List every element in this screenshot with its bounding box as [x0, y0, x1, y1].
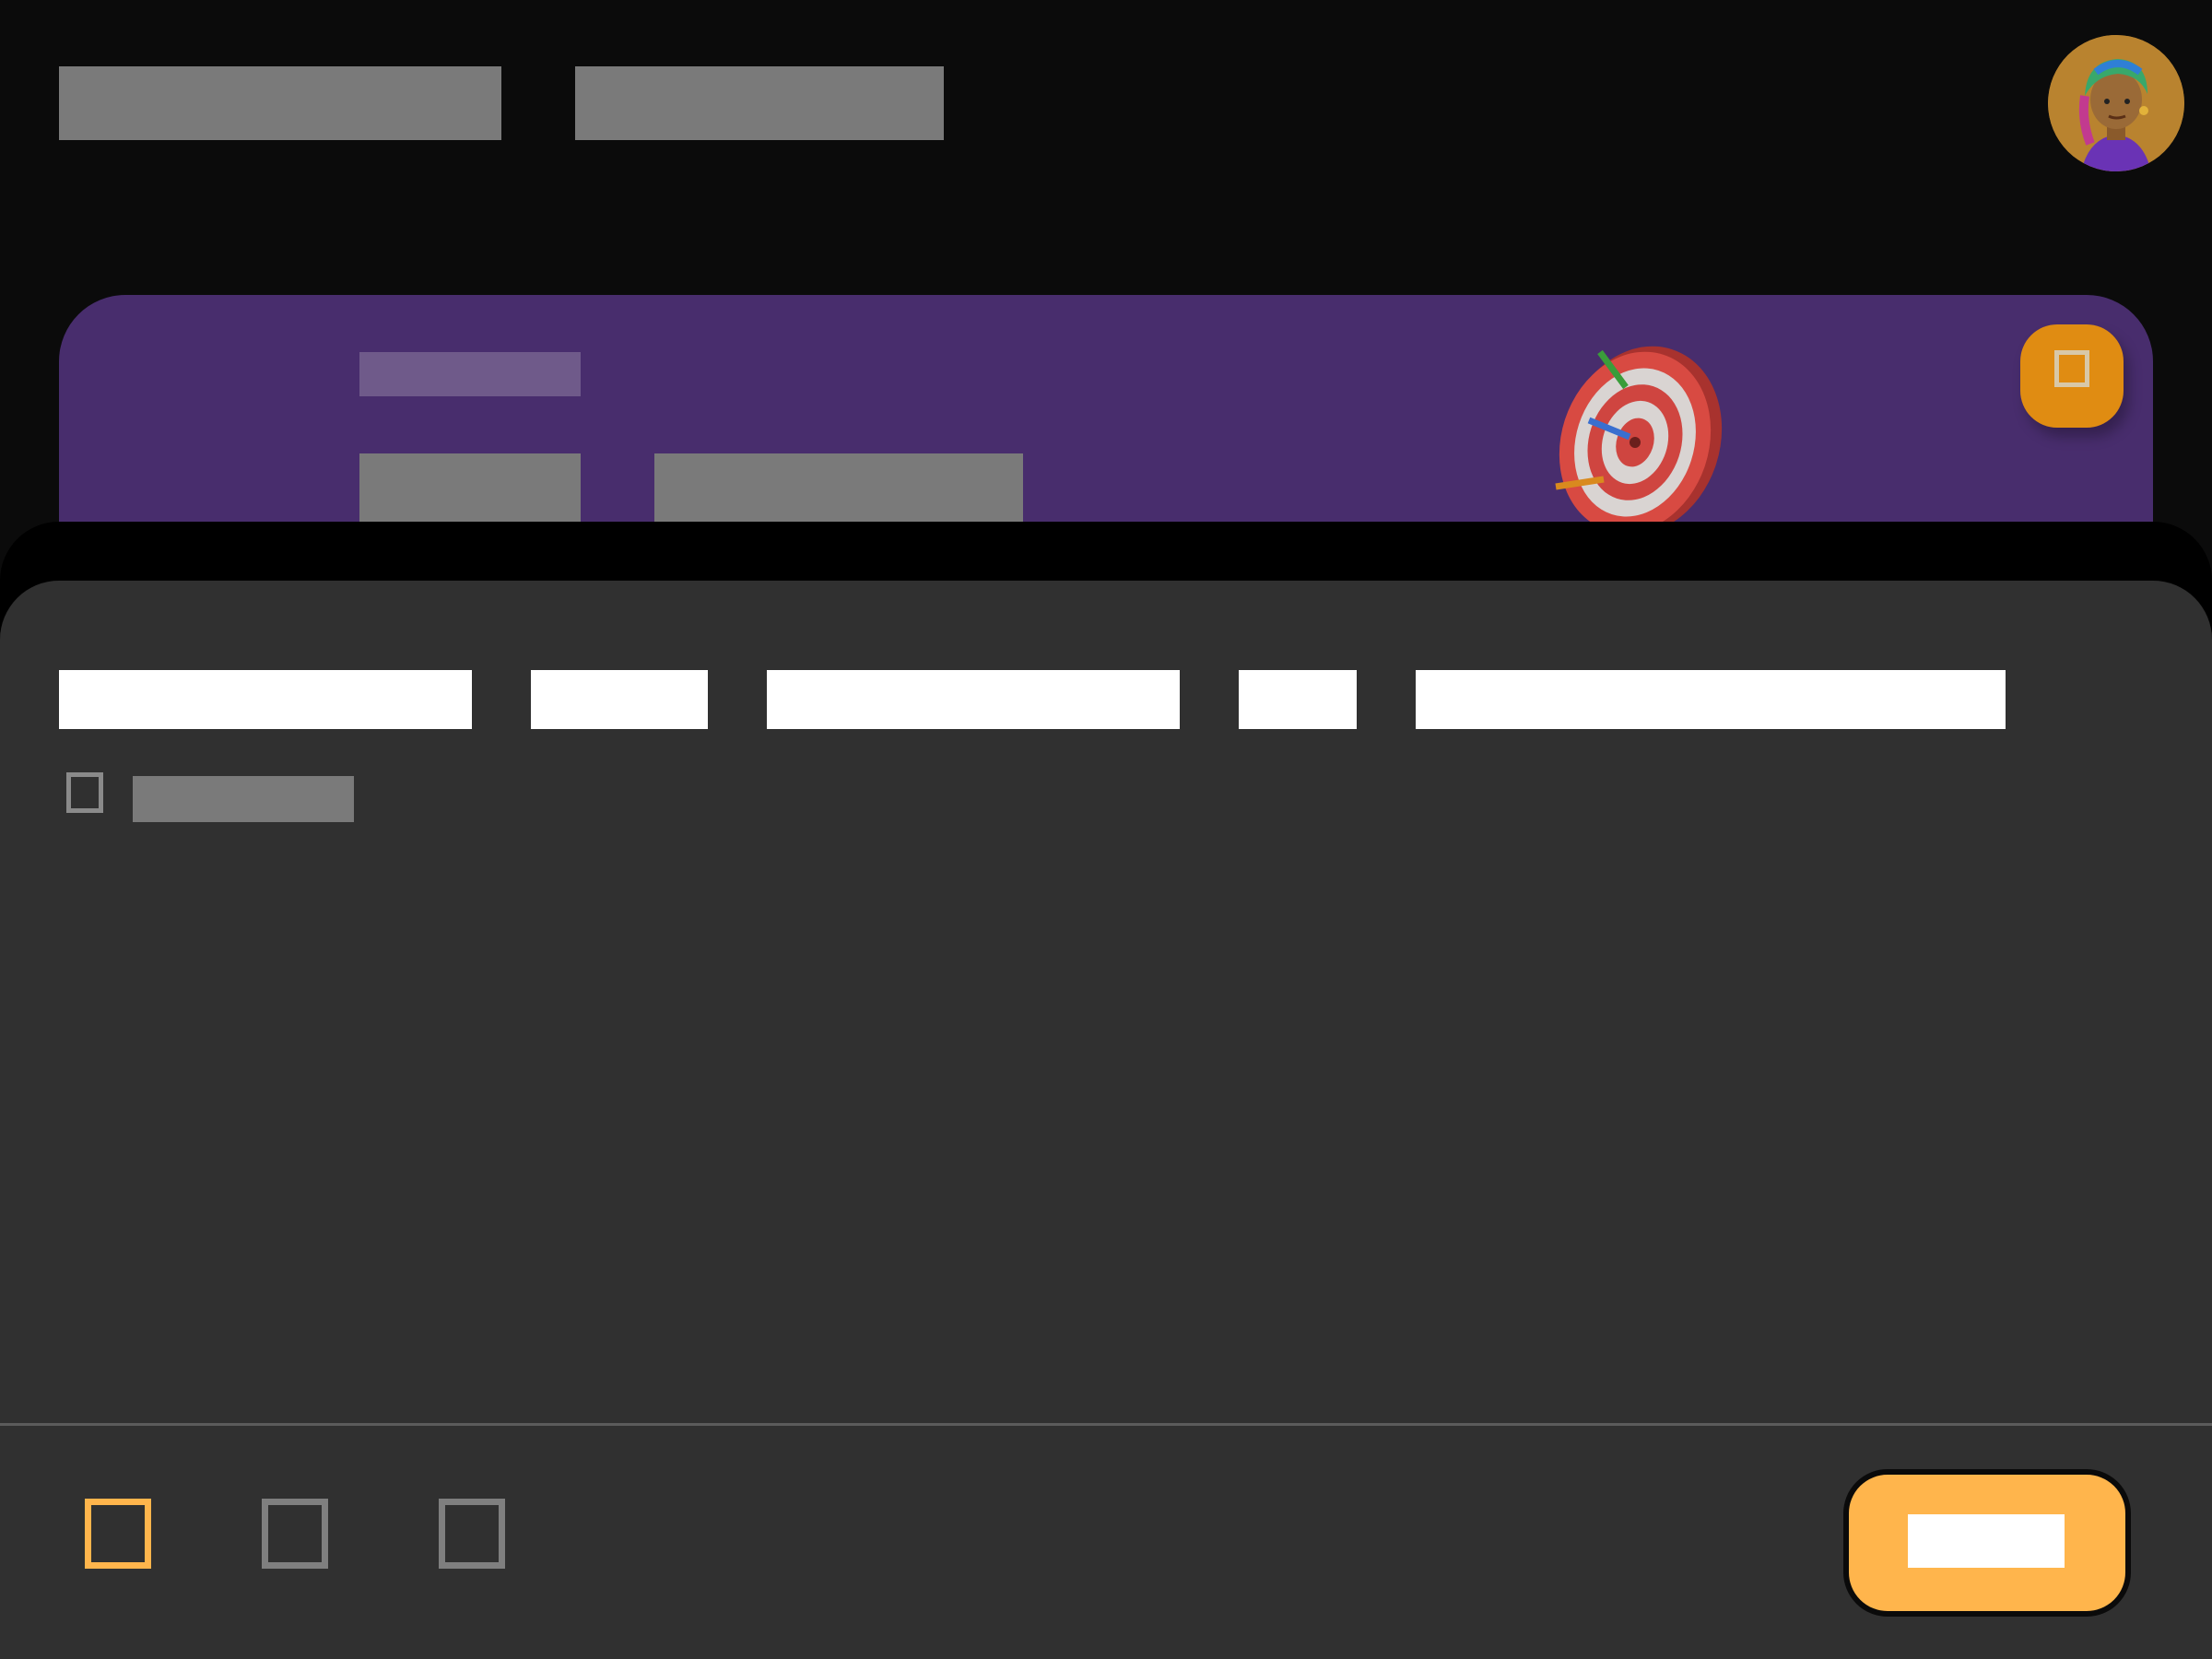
primary-action-label — [1908, 1514, 2065, 1568]
user-avatar[interactable] — [2048, 35, 2184, 171]
nav-item-2-square-icon[interactable] — [262, 1499, 328, 1569]
header-title-secondary — [575, 66, 944, 140]
filter-checkbox[interactable] — [66, 772, 103, 813]
tab-1[interactable] — [59, 670, 472, 729]
tab-4[interactable] — [1239, 670, 1357, 729]
hero-line-right — [654, 453, 1023, 527]
hero-label — [359, 352, 581, 396]
bottom-divider — [0, 1423, 2212, 1426]
filter-checkbox-label — [133, 776, 354, 822]
square-icon — [2054, 350, 2089, 387]
hero-action-button[interactable] — [2020, 324, 2124, 428]
nav-item-1-square-icon[interactable] — [85, 1499, 151, 1569]
nav-item-3-square-icon[interactable] — [439, 1499, 505, 1569]
avatar-icon — [2048, 35, 2184, 171]
header-title-primary — [59, 66, 501, 140]
tab-5[interactable] — [1416, 670, 2006, 729]
hero-line-left — [359, 453, 581, 527]
tab-2[interactable] — [531, 670, 708, 729]
tab-3[interactable] — [767, 670, 1180, 729]
